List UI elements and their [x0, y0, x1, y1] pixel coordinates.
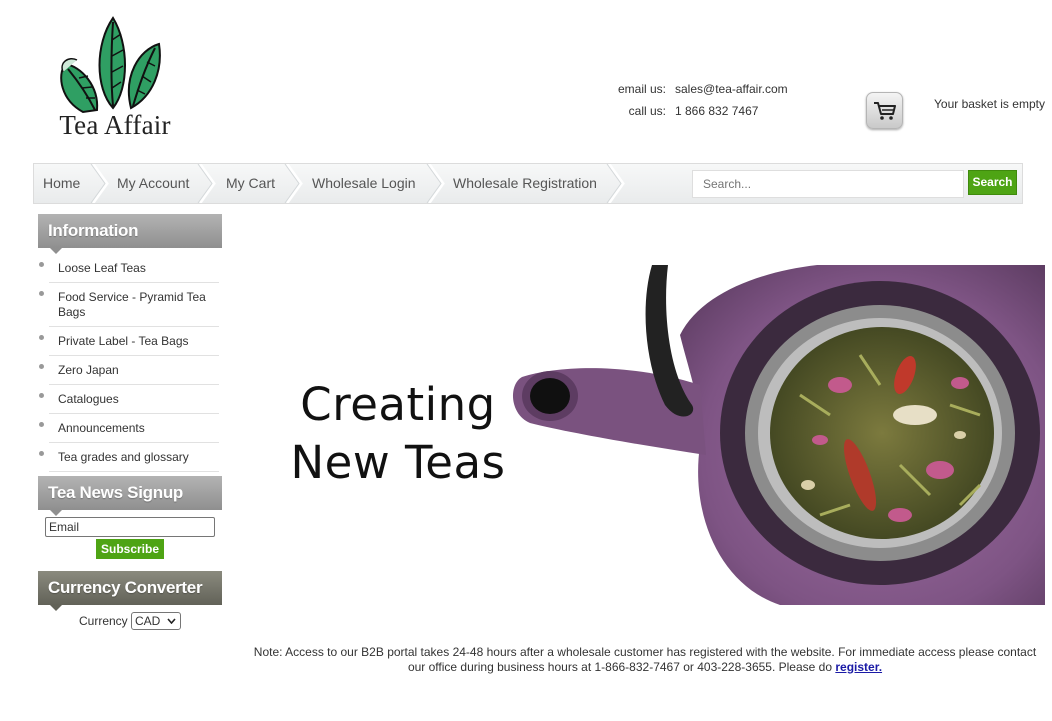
newsletter-email-field[interactable]: [45, 517, 215, 537]
list-item[interactable]: Catalogues: [39, 385, 219, 414]
basket-status: Your basket is empty: [934, 97, 1045, 111]
note-text: Note: Access to our B2B portal takes 24-…: [253, 645, 1037, 674]
bullet-icon: [39, 451, 44, 456]
currency-label: Currency: [79, 614, 128, 628]
list-item[interactable]: Zero Japan: [39, 356, 219, 385]
b2b-access-note: Note: Access to our B2B portal takes 24-…: [250, 645, 1040, 674]
bullet-icon: [39, 262, 44, 267]
email-link[interactable]: sales@tea-affair.com: [675, 82, 788, 96]
banner-line-2: New Teas: [290, 436, 506, 489]
nav-separator: [284, 164, 303, 203]
bullet-icon: [39, 335, 44, 340]
nav-wholesale-registration[interactable]: Wholesale Registration: [453, 164, 597, 203]
nav-separator: [197, 164, 216, 203]
banner-line-1: Creating: [300, 378, 496, 431]
nav-my-cart[interactable]: My Cart: [226, 164, 275, 203]
register-link[interactable]: register.: [835, 660, 882, 674]
site-logo[interactable]: Tea Affair: [55, 14, 175, 144]
banner-headline: Creating New Teas: [288, 376, 508, 492]
list-item[interactable]: Announcements: [39, 414, 219, 443]
currency-heading: Currency Converter: [38, 571, 222, 611]
nav-my-account[interactable]: My Account: [117, 164, 189, 203]
currency-select[interactable]: CAD: [131, 612, 181, 630]
list-item[interactable]: Food Service - Pyramid Tea Bags: [39, 283, 219, 327]
phone-number[interactable]: 1 866 832 7467: [675, 104, 758, 118]
currency-selected: CAD: [135, 614, 161, 628]
newsletter-heading: Tea News Signup: [38, 476, 222, 516]
email-label: email us:: [617, 82, 666, 96]
nav-wholesale-login[interactable]: Wholesale Login: [312, 164, 416, 203]
information-list: Loose Leaf Teas Food Service - Pyramid T…: [38, 254, 222, 472]
shopping-cart-icon: [873, 101, 896, 120]
bullet-icon: [39, 364, 44, 369]
phone-label: call us:: [628, 104, 666, 118]
search-input[interactable]: [692, 170, 964, 198]
cart-button[interactable]: [866, 92, 903, 129]
chevron-down-icon: [167, 618, 176, 624]
search-button[interactable]: Search: [968, 170, 1017, 195]
nav-separator: [426, 164, 445, 203]
nav-home[interactable]: Home: [43, 164, 80, 203]
bullet-icon: [39, 291, 44, 296]
list-item[interactable]: Tea grades and glossary: [39, 443, 219, 472]
bullet-icon: [39, 422, 44, 427]
list-item[interactable]: Private Label - Tea Bags: [39, 327, 219, 356]
subscribe-button[interactable]: Subscribe: [96, 539, 164, 559]
nav-separator: [606, 164, 625, 203]
information-heading: Information: [38, 214, 222, 254]
tea-leaves-logo-icon: [60, 16, 161, 114]
nav-separator: [90, 164, 109, 203]
list-item[interactable]: Loose Leaf Teas: [39, 254, 219, 283]
contact-info: email us: sales@tea-affair.com call us: …: [600, 78, 788, 122]
logo-text: Tea Affair: [59, 110, 171, 140]
bullet-icon: [39, 393, 44, 398]
